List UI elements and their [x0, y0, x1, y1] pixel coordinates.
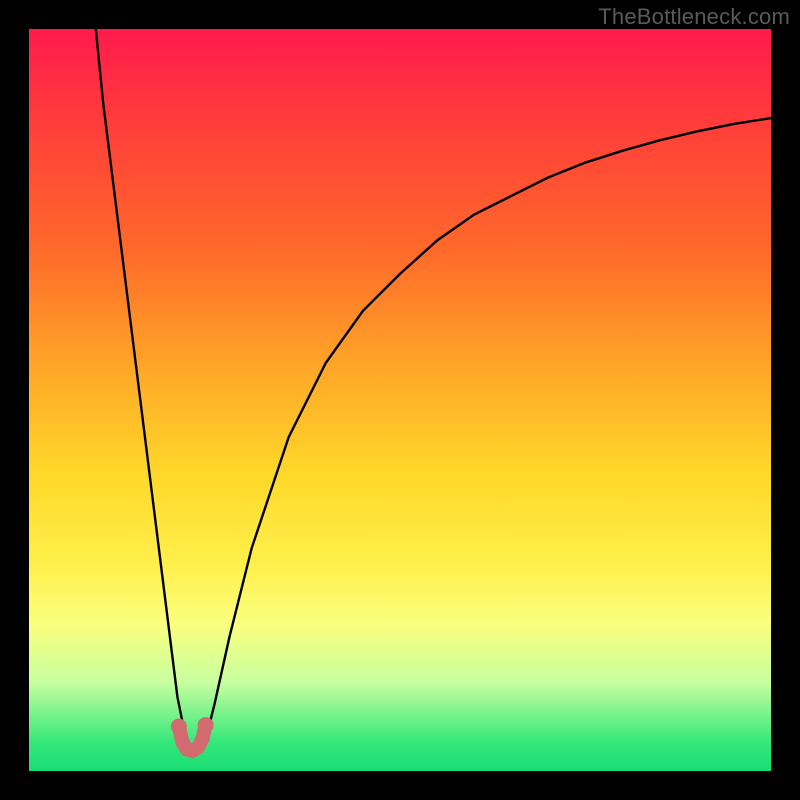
watermark-text: TheBottleneck.com: [598, 4, 790, 30]
bottleneck-curve: [96, 29, 771, 749]
chart-frame: TheBottleneck.com: [0, 0, 800, 800]
plot-area: [29, 29, 771, 771]
curve-svg: [29, 29, 771, 771]
highlight-dot-left: [171, 718, 187, 734]
highlight-dot-right: [198, 717, 214, 733]
